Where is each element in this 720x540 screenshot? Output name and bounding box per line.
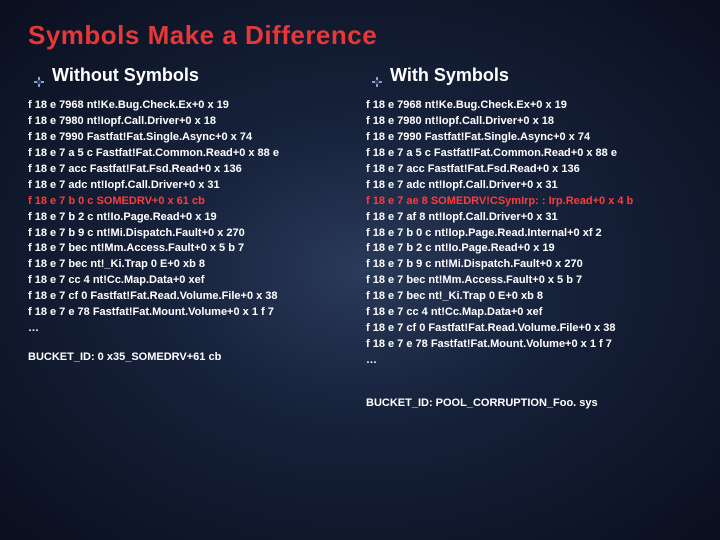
stack-frame: …: [366, 353, 692, 369]
stack-frame: f 18 e 7 b 2 c nt!Io.Page.Read+0 x 19: [366, 241, 692, 257]
stack-frame: f 18 e 7 bec nt!Mm.Access.Fault+0 x 5 b …: [28, 241, 354, 257]
stack-frame: f 18 e 7 cf 0 Fastfat!Fat.Read.Volume.Fi…: [366, 321, 692, 337]
stack-frame: f 18 e 7980 nt!Iopf.Call.Driver+0 x 18: [28, 114, 354, 130]
stack-frame: f 18 e 7968 nt!Ke.Bug.Check.Ex+0 x 19: [28, 98, 354, 114]
stack-frame: f 18 e 7 bec nt!_Ki.Trap 0 E+0 xb 8: [366, 289, 692, 305]
stack-frame: f 18 e 7 a 5 c Fastfat!Fat.Common.Read+0…: [28, 146, 354, 162]
right-column: With Symbols f 18 e 7968 nt!Ke.Bug.Check…: [366, 65, 692, 409]
stack-frame: f 18 e 7 b 0 c nt!Iop.Page.Read.Internal…: [366, 226, 692, 242]
right-heading: With Symbols: [390, 65, 509, 86]
right-heading-row: With Symbols: [372, 65, 692, 86]
right-bucket-id: BUCKET_ID: POOL_CORRUPTION_Foo. sys: [366, 397, 692, 409]
stack-frame: f 18 e 7 ae 8 SOMEDRV!CSymIrp: : Irp.Rea…: [366, 194, 692, 210]
stack-frame: f 18 e 7 b 9 c nt!Mi.Dispatch.Fault+0 x …: [28, 226, 354, 242]
stack-frame: …: [28, 321, 354, 337]
stack-frame: f 18 e 7 e 78 Fastfat!Fat.Mount.Volume+0…: [28, 305, 354, 321]
stack-frame: f 18 e 7 cc 4 nt!Cc.Map.Data+0 xef: [28, 273, 354, 289]
left-heading-row: Without Symbols: [34, 65, 354, 86]
slide-title: Symbols Make a Difference: [28, 20, 692, 51]
stack-frame: f 18 e 7 e 78 Fastfat!Fat.Mount.Volume+0…: [366, 337, 692, 353]
left-bucket-id: BUCKET_ID: 0 x35_SOMEDRV+61 cb: [28, 351, 354, 363]
bullet-icon: [372, 71, 382, 81]
stack-frame: f 18 e 7 bec nt!_Ki.Trap 0 E+0 xb 8: [28, 257, 354, 273]
left-column: Without Symbols f 18 e 7968 nt!Ke.Bug.Ch…: [28, 65, 354, 409]
stack-frame: f 18 e 7 a 5 c Fastfat!Fat.Common.Read+0…: [366, 146, 692, 162]
stack-frame: f 18 e 7 b 9 c nt!Mi.Dispatch.Fault+0 x …: [366, 257, 692, 273]
stack-frame: f 18 e 7990 Fastfat!Fat.Single.Async+0 x…: [366, 130, 692, 146]
left-stack-trace: f 18 e 7968 nt!Ke.Bug.Check.Ex+0 x 19f 1…: [28, 98, 354, 337]
right-stack-trace: f 18 e 7968 nt!Ke.Bug.Check.Ex+0 x 19f 1…: [366, 98, 692, 369]
slide: Symbols Make a Difference Without Symbol…: [0, 0, 720, 419]
stack-frame: f 18 e 7 b 2 c nt!Io.Page.Read+0 x 19: [28, 210, 354, 226]
stack-frame: f 18 e 7 adc nt!Iopf.Call.Driver+0 x 31: [366, 178, 692, 194]
stack-frame: f 18 e 7 adc nt!Iopf.Call.Driver+0 x 31: [28, 178, 354, 194]
stack-frame: f 18 e 7 cf 0 Fastfat!Fat.Read.Volume.Fi…: [28, 289, 354, 305]
left-heading: Without Symbols: [52, 65, 199, 86]
title-text: Symbols Make a Difference: [28, 20, 377, 50]
stack-frame: f 18 e 7980 nt!Iopf.Call.Driver+0 x 18: [366, 114, 692, 130]
stack-frame: f 18 e 7990 Fastfat!Fat.Single.Async+0 x…: [28, 130, 354, 146]
bullet-icon: [34, 71, 44, 81]
stack-frame: f 18 e 7 bec nt!Mm.Access.Fault+0 x 5 b …: [366, 273, 692, 289]
stack-frame: f 18 e 7968 nt!Ke.Bug.Check.Ex+0 x 19: [366, 98, 692, 114]
stack-frame: f 18 e 7 af 8 nt!Iopf.Call.Driver+0 x 31: [366, 210, 692, 226]
columns: Without Symbols f 18 e 7968 nt!Ke.Bug.Ch…: [28, 65, 692, 409]
stack-frame: f 18 e 7 acc Fastfat!Fat.Fsd.Read+0 x 13…: [366, 162, 692, 178]
stack-frame: f 18 e 7 b 0 c SOMEDRV+0 x 61 cb: [28, 194, 354, 210]
stack-frame: f 18 e 7 cc 4 nt!Cc.Map.Data+0 xef: [366, 305, 692, 321]
stack-frame: f 18 e 7 acc Fastfat!Fat.Fsd.Read+0 x 13…: [28, 162, 354, 178]
